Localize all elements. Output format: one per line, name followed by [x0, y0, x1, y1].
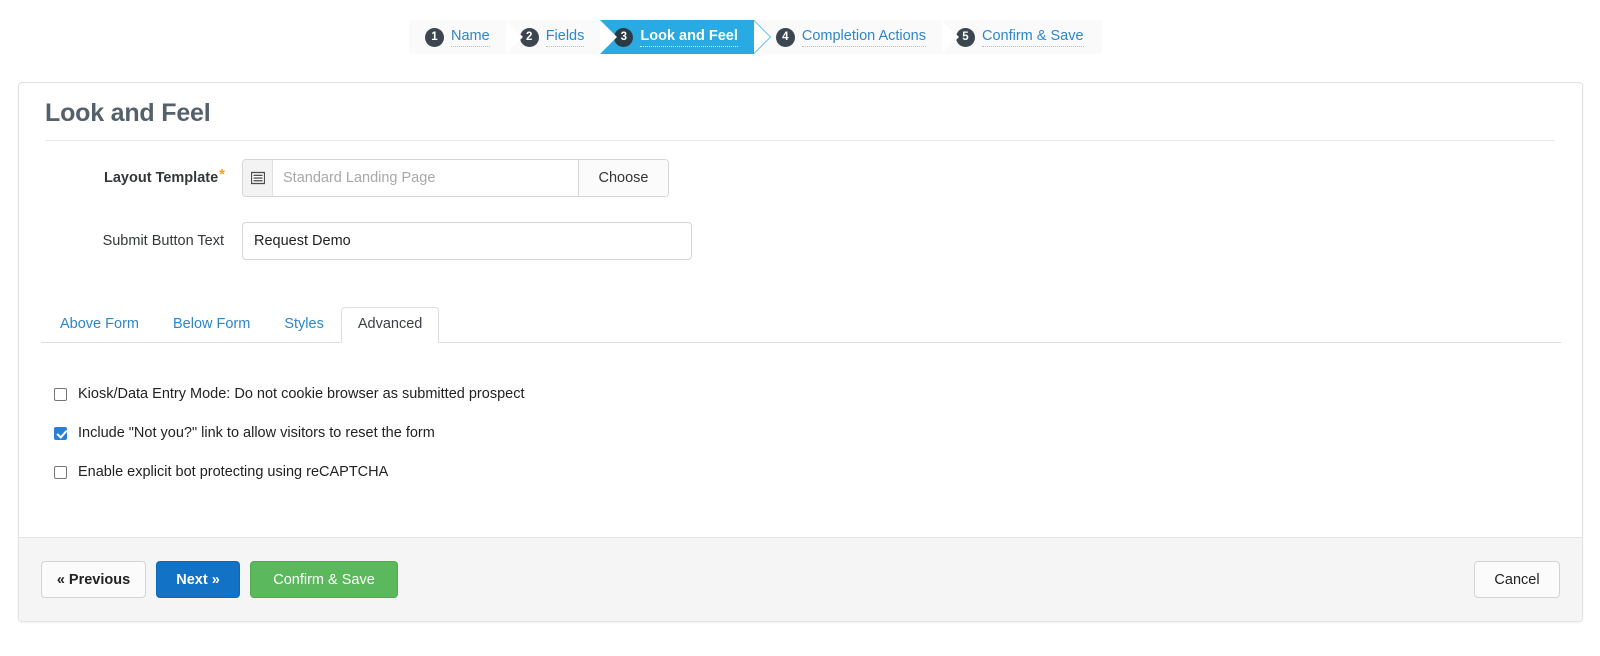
enable-recaptcha-label: Enable explicit bot protecting using reC…: [78, 464, 389, 480]
tab-advanced[interactable]: Advanced: [340, 307, 440, 343]
title-divider: [45, 140, 1555, 141]
step-separator-icon-4: [942, 20, 959, 54]
step-separator-icon-3: [753, 20, 771, 54]
wizard-step-look-and-feel[interactable]: 3 Look and Feel: [600, 20, 771, 54]
layout-template-label: Layout Template*: [19, 167, 225, 186]
page-title: Look and Feel: [45, 99, 211, 127]
option-enable-recaptcha[interactable]: Enable explicit bot protecting using reC…: [54, 459, 954, 485]
option-include-not-you-link[interactable]: Include "Not you?" link to allow visitor…: [54, 420, 954, 446]
wizard-step-name[interactable]: 1 Name: [409, 20, 523, 54]
submit-button-text-row: Submit Button Text Request Demo: [19, 222, 692, 260]
step-separator-icon-1: [505, 20, 523, 54]
next-button[interactable]: Next »: [156, 561, 240, 598]
layout-template-input-group: Standard Landing Page Choose: [242, 159, 669, 197]
step-number-1: 1: [425, 27, 444, 47]
advanced-options-list: Kiosk/Data Entry Mode: Do not cookie bro…: [54, 381, 954, 498]
kiosk-data-entry-mode-checkbox[interactable]: [54, 387, 67, 401]
step-label-completion-actions: Completion Actions: [801, 28, 926, 47]
step-number-4: 4: [775, 27, 795, 47]
look-and-feel-panel: Look and Feel Layout Template* Standard …: [18, 82, 1583, 622]
wizard-step-bar: 1 Name 2 Fields 3 Look and Feel 4 Comple…: [409, 20, 1102, 54]
previous-button[interactable]: « Previous: [41, 561, 146, 598]
tab-below-form[interactable]: Below Form: [156, 307, 267, 343]
step-separator-icon-2: [600, 20, 618, 54]
choose-layout-template-button[interactable]: Choose: [578, 160, 668, 196]
include-not-you-link-label: Include "Not you?" link to allow visitor…: [78, 425, 435, 441]
step-label-fields: Fields: [545, 28, 585, 47]
step-label-name: Name: [451, 28, 490, 47]
kiosk-data-entry-mode-label: Kiosk/Data Entry Mode: Do not cookie bro…: [78, 386, 525, 402]
wizard-step-confirm-save[interactable]: 5 Confirm & Save: [942, 20, 1102, 54]
page-root: 1 Name 2 Fields 3 Look and Feel 4 Comple…: [0, 0, 1600, 656]
include-not-you-link-checkbox[interactable]: [54, 426, 67, 440]
cancel-button[interactable]: Cancel: [1474, 561, 1560, 598]
confirm-save-button[interactable]: Confirm & Save: [250, 561, 398, 598]
enable-recaptcha-checkbox[interactable]: [54, 465, 67, 479]
step-label-confirm-save: Confirm & Save: [982, 28, 1084, 47]
required-marker-icon: *: [219, 166, 225, 183]
tab-above-form[interactable]: Above Form: [41, 307, 156, 343]
layout-template-icon: [243, 160, 273, 196]
step-label-look-and-feel: Look and Feel: [640, 28, 738, 47]
wizard-footer: « Previous Next » Confirm & Save Cancel: [19, 537, 1582, 621]
submit-button-text-label: Submit Button Text: [102, 233, 224, 249]
layout-template-label-text: Layout Template: [104, 170, 219, 186]
layout-template-input[interactable]: Standard Landing Page: [273, 160, 578, 196]
layout-template-row: Layout Template* Standard Landing Page C…: [19, 159, 669, 197]
option-kiosk-data-entry-mode[interactable]: Kiosk/Data Entry Mode: Do not cookie bro…: [54, 381, 954, 407]
wizard-step-completion-actions[interactable]: 4 Completion Actions: [753, 20, 959, 54]
tab-styles[interactable]: Styles: [267, 307, 341, 343]
look-and-feel-tabs: Above Form Below Form Styles Advanced: [41, 307, 1561, 343]
submit-button-text-input[interactable]: Request Demo: [242, 222, 692, 260]
